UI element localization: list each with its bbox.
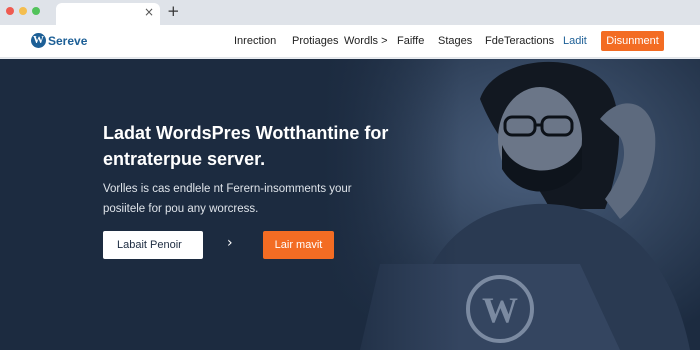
minimize-window-button[interactable] [19,7,27,15]
maximize-window-button[interactable] [32,7,40,15]
wordpress-logo-icon: W [31,33,46,48]
nav-link-ladit[interactable]: Ladit [563,35,587,47]
main-nav: Inrection Protiages Wordls > Faiffe Stag… [234,35,562,47]
site-navbar: W Sereve Inrection Protiages Wordls > Fa… [0,25,700,58]
hero-section: W Ladat WordsPres Wotthantine for entrat… [0,59,700,350]
nav-item-stages[interactable]: Stages [438,35,485,47]
hero-primary-button[interactable]: Labait Penoir [103,231,203,259]
svg-text:W: W [482,290,518,330]
hero-headline: Ladat WordsPres Wotthantine for entrater… [103,123,389,169]
nav-item-inrection[interactable]: Inrection [234,35,292,47]
plus-icon[interactable]: + [167,2,180,20]
window-controls [6,7,40,15]
hero-orange-button[interactable]: Lair mavit [263,231,334,259]
site-logo[interactable]: W Sereve [31,33,87,48]
nav-item-fdeteractions[interactable]: FdeTeractions [485,35,562,47]
close-window-button[interactable] [6,7,14,15]
browser-tab[interactable]: × [56,3,160,25]
logo-text: Sereve [48,33,88,48]
hero-subtext: Vorlles is cas endlele nt Ferern-insomme… [103,183,352,215]
close-icon[interactable]: × [144,5,154,19]
nav-item-faiffe[interactable]: Faiffe [397,35,438,47]
nav-cta-button[interactable]: Disunment [601,31,664,51]
browser-chrome: × + [0,0,700,25]
nav-item-wordls[interactable]: Wordls > [344,35,397,47]
chevron-right-icon[interactable]: › [227,235,233,251]
nav-item-protiages[interactable]: Protiages [292,35,344,47]
